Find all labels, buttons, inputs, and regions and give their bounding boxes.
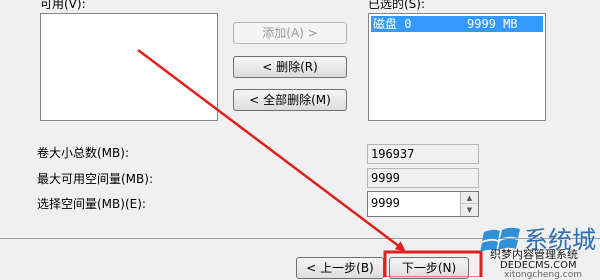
available-label: 可用(V): xyxy=(40,0,86,11)
spin-down-icon[interactable]: ▼ xyxy=(461,204,478,216)
selected-row-disk0[interactable]: 磁盘 0 9999 MB xyxy=(371,16,543,32)
selected-listbox[interactable]: 磁盘 0 9999 MB xyxy=(368,13,546,121)
disk-size: 9999 MB xyxy=(467,17,518,31)
available-listbox[interactable] xyxy=(40,13,218,121)
max-space-label: 最大可用空间量(MB): xyxy=(37,172,153,186)
select-space-input[interactable]: 9999 xyxy=(371,196,400,210)
max-space-value: 9999 xyxy=(367,168,479,188)
spin-up-icon[interactable]: ▲ xyxy=(461,192,478,204)
disk-name: 磁盘 0 xyxy=(373,17,412,31)
remove-all-button[interactable]: < 全部删除(M) xyxy=(233,89,347,111)
back-button[interactable]: < 上一步(B) xyxy=(296,257,384,279)
select-space-label: 选择空间量(MB)(E): xyxy=(37,197,146,211)
spinner-arrows[interactable]: ▲ ▼ xyxy=(460,192,478,216)
select-space-spinner[interactable]: 9999 ▲ ▼ xyxy=(367,191,479,217)
add-button[interactable]: 添加(A) > xyxy=(233,22,347,44)
next-button[interactable]: 下一步(N) xyxy=(389,257,469,279)
total-size-value: 196937 xyxy=(367,144,479,164)
remove-button[interactable]: < 删除(R) xyxy=(233,56,347,78)
watermark: 系统城 织梦内容管理系统 DEDECMS.COM xitongcheng.com xyxy=(480,212,600,280)
total-size-label: 卷大小总数(MB): xyxy=(37,146,129,160)
selected-label: 已选的(S): xyxy=(368,0,426,11)
watermark-line3: xitongcheng.com xyxy=(504,270,582,280)
